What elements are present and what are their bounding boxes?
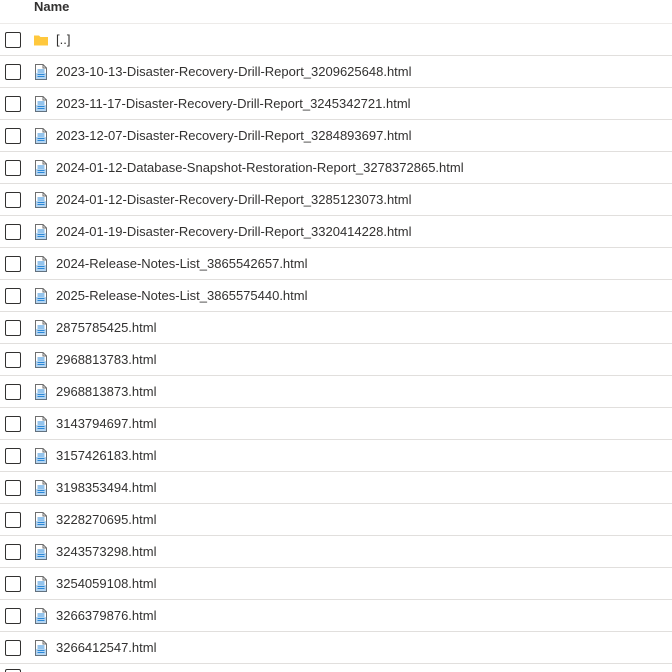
html-file-icon [33,480,49,496]
row-checkbox[interactable] [5,224,21,240]
row-checkbox[interactable] [5,128,21,144]
parent-folder-row[interactable]: [..] [0,24,672,56]
row-checkbox[interactable] [5,480,21,496]
html-file-icon [33,192,49,208]
row-checkbox[interactable] [5,160,21,176]
row-checkbox[interactable] [5,192,21,208]
file-name[interactable]: [..] [56,32,70,48]
file-name[interactable]: 2023-10-13-Disaster-Recovery-Drill-Repor… [56,64,412,80]
file-name[interactable]: 2024-01-19-Disaster-Recovery-Drill-Repor… [56,224,412,240]
file-name[interactable]: 2968813873.html [56,384,156,400]
file-name[interactable]: 2025-Release-Notes-List_3865575440.html [56,288,308,304]
row-checkbox[interactable] [5,512,21,528]
file-name[interactable]: 3266379876.html [56,608,156,624]
file-row[interactable]: 2875785425.html [0,312,672,344]
file-name[interactable]: 3143794697.html [56,416,156,432]
file-row[interactable]: 3254059108.html [0,568,672,600]
file-name[interactable]: 3228270695.html [56,512,156,528]
row-checkbox[interactable] [5,576,21,592]
html-file-icon [33,576,49,592]
row-checkbox[interactable] [5,640,21,656]
html-file-icon [33,448,49,464]
row-checkbox[interactable] [5,608,21,624]
file-list: Name [..] 2023-10-13-Disaster-Recovery-D… [0,0,672,672]
file-name[interactable]: 2024-01-12-Database-Snapshot-Restoration… [56,160,464,176]
file-row[interactable]: 3266412547.html [0,632,672,664]
file-name[interactable]: 2968813783.html [56,352,156,368]
file-name[interactable]: 3254059108.html [56,576,156,592]
html-file-icon [33,352,49,368]
file-name[interactable]: 2023-11-17-Disaster-Recovery-Drill-Repor… [56,96,411,112]
file-rows: [..] 2023-10-13-Disaster-Recovery-Drill-… [0,24,672,664]
html-file-icon [33,512,49,528]
file-row[interactable]: 2968813783.html [0,344,672,376]
file-row[interactable]: 3143794697.html [0,408,672,440]
html-file-icon [33,608,49,624]
file-row[interactable]: 3157426183.html [0,440,672,472]
file-name[interactable]: 3198353494.html [56,480,156,496]
html-file-icon [33,544,49,560]
row-checkbox[interactable] [5,352,21,368]
file-row[interactable]: 2023-11-17-Disaster-Recovery-Drill-Repor… [0,88,672,120]
file-name[interactable]: 3243573298.html [56,544,156,560]
file-row[interactable]: 3266379876.html [0,600,672,632]
html-file-icon [33,416,49,432]
html-file-icon [33,64,49,80]
file-row[interactable]: 2023-10-13-Disaster-Recovery-Drill-Repor… [0,56,672,88]
file-name[interactable]: 3157426183.html [56,448,156,464]
row-checkbox[interactable] [5,384,21,400]
column-header-row: Name [0,0,672,24]
file-row[interactable]: 2968813873.html [0,376,672,408]
file-row[interactable]: 2025-Release-Notes-List_3865575440.html [0,280,672,312]
row-checkbox[interactable] [5,288,21,304]
html-file-icon [33,224,49,240]
file-name[interactable]: 2024-Release-Notes-List_3865542657.html [56,256,308,272]
file-row[interactable]: 3228270695.html [0,504,672,536]
file-row[interactable]: 2024-Release-Notes-List_3865542657.html [0,248,672,280]
file-name[interactable]: 2023-12-07-Disaster-Recovery-Drill-Repor… [56,128,412,144]
column-header-name[interactable]: Name [34,0,69,14]
html-file-icon [33,128,49,144]
html-file-icon [33,256,49,272]
html-file-icon [33,320,49,336]
row-checkbox[interactable] [5,64,21,80]
row-checkbox[interactable] [5,32,21,48]
file-name[interactable]: 2024-01-12-Disaster-Recovery-Drill-Repor… [56,192,412,208]
row-checkbox[interactable] [5,320,21,336]
file-row[interactable]: 2023-12-07-Disaster-Recovery-Drill-Repor… [0,120,672,152]
row-checkbox[interactable] [5,96,21,112]
file-row[interactable]: 2024-01-12-Database-Snapshot-Restoration… [0,152,672,184]
file-name[interactable]: 2875785425.html [56,320,156,336]
folder-icon [33,32,49,48]
row-checkbox[interactable] [5,256,21,272]
html-file-icon [33,384,49,400]
html-file-icon [33,640,49,656]
html-file-icon [33,288,49,304]
file-name[interactable]: 3266412547.html [56,640,156,656]
file-row[interactable]: 3198353494.html [0,472,672,504]
row-checkbox[interactable] [5,544,21,560]
html-file-icon [33,96,49,112]
html-file-icon [33,160,49,176]
file-row[interactable]: 3243573298.html [0,536,672,568]
file-row[interactable]: 2024-01-12-Disaster-Recovery-Drill-Repor… [0,184,672,216]
row-checkbox[interactable] [5,448,21,464]
file-row[interactable]: 2024-01-19-Disaster-Recovery-Drill-Repor… [0,216,672,248]
row-checkbox[interactable] [5,416,21,432]
